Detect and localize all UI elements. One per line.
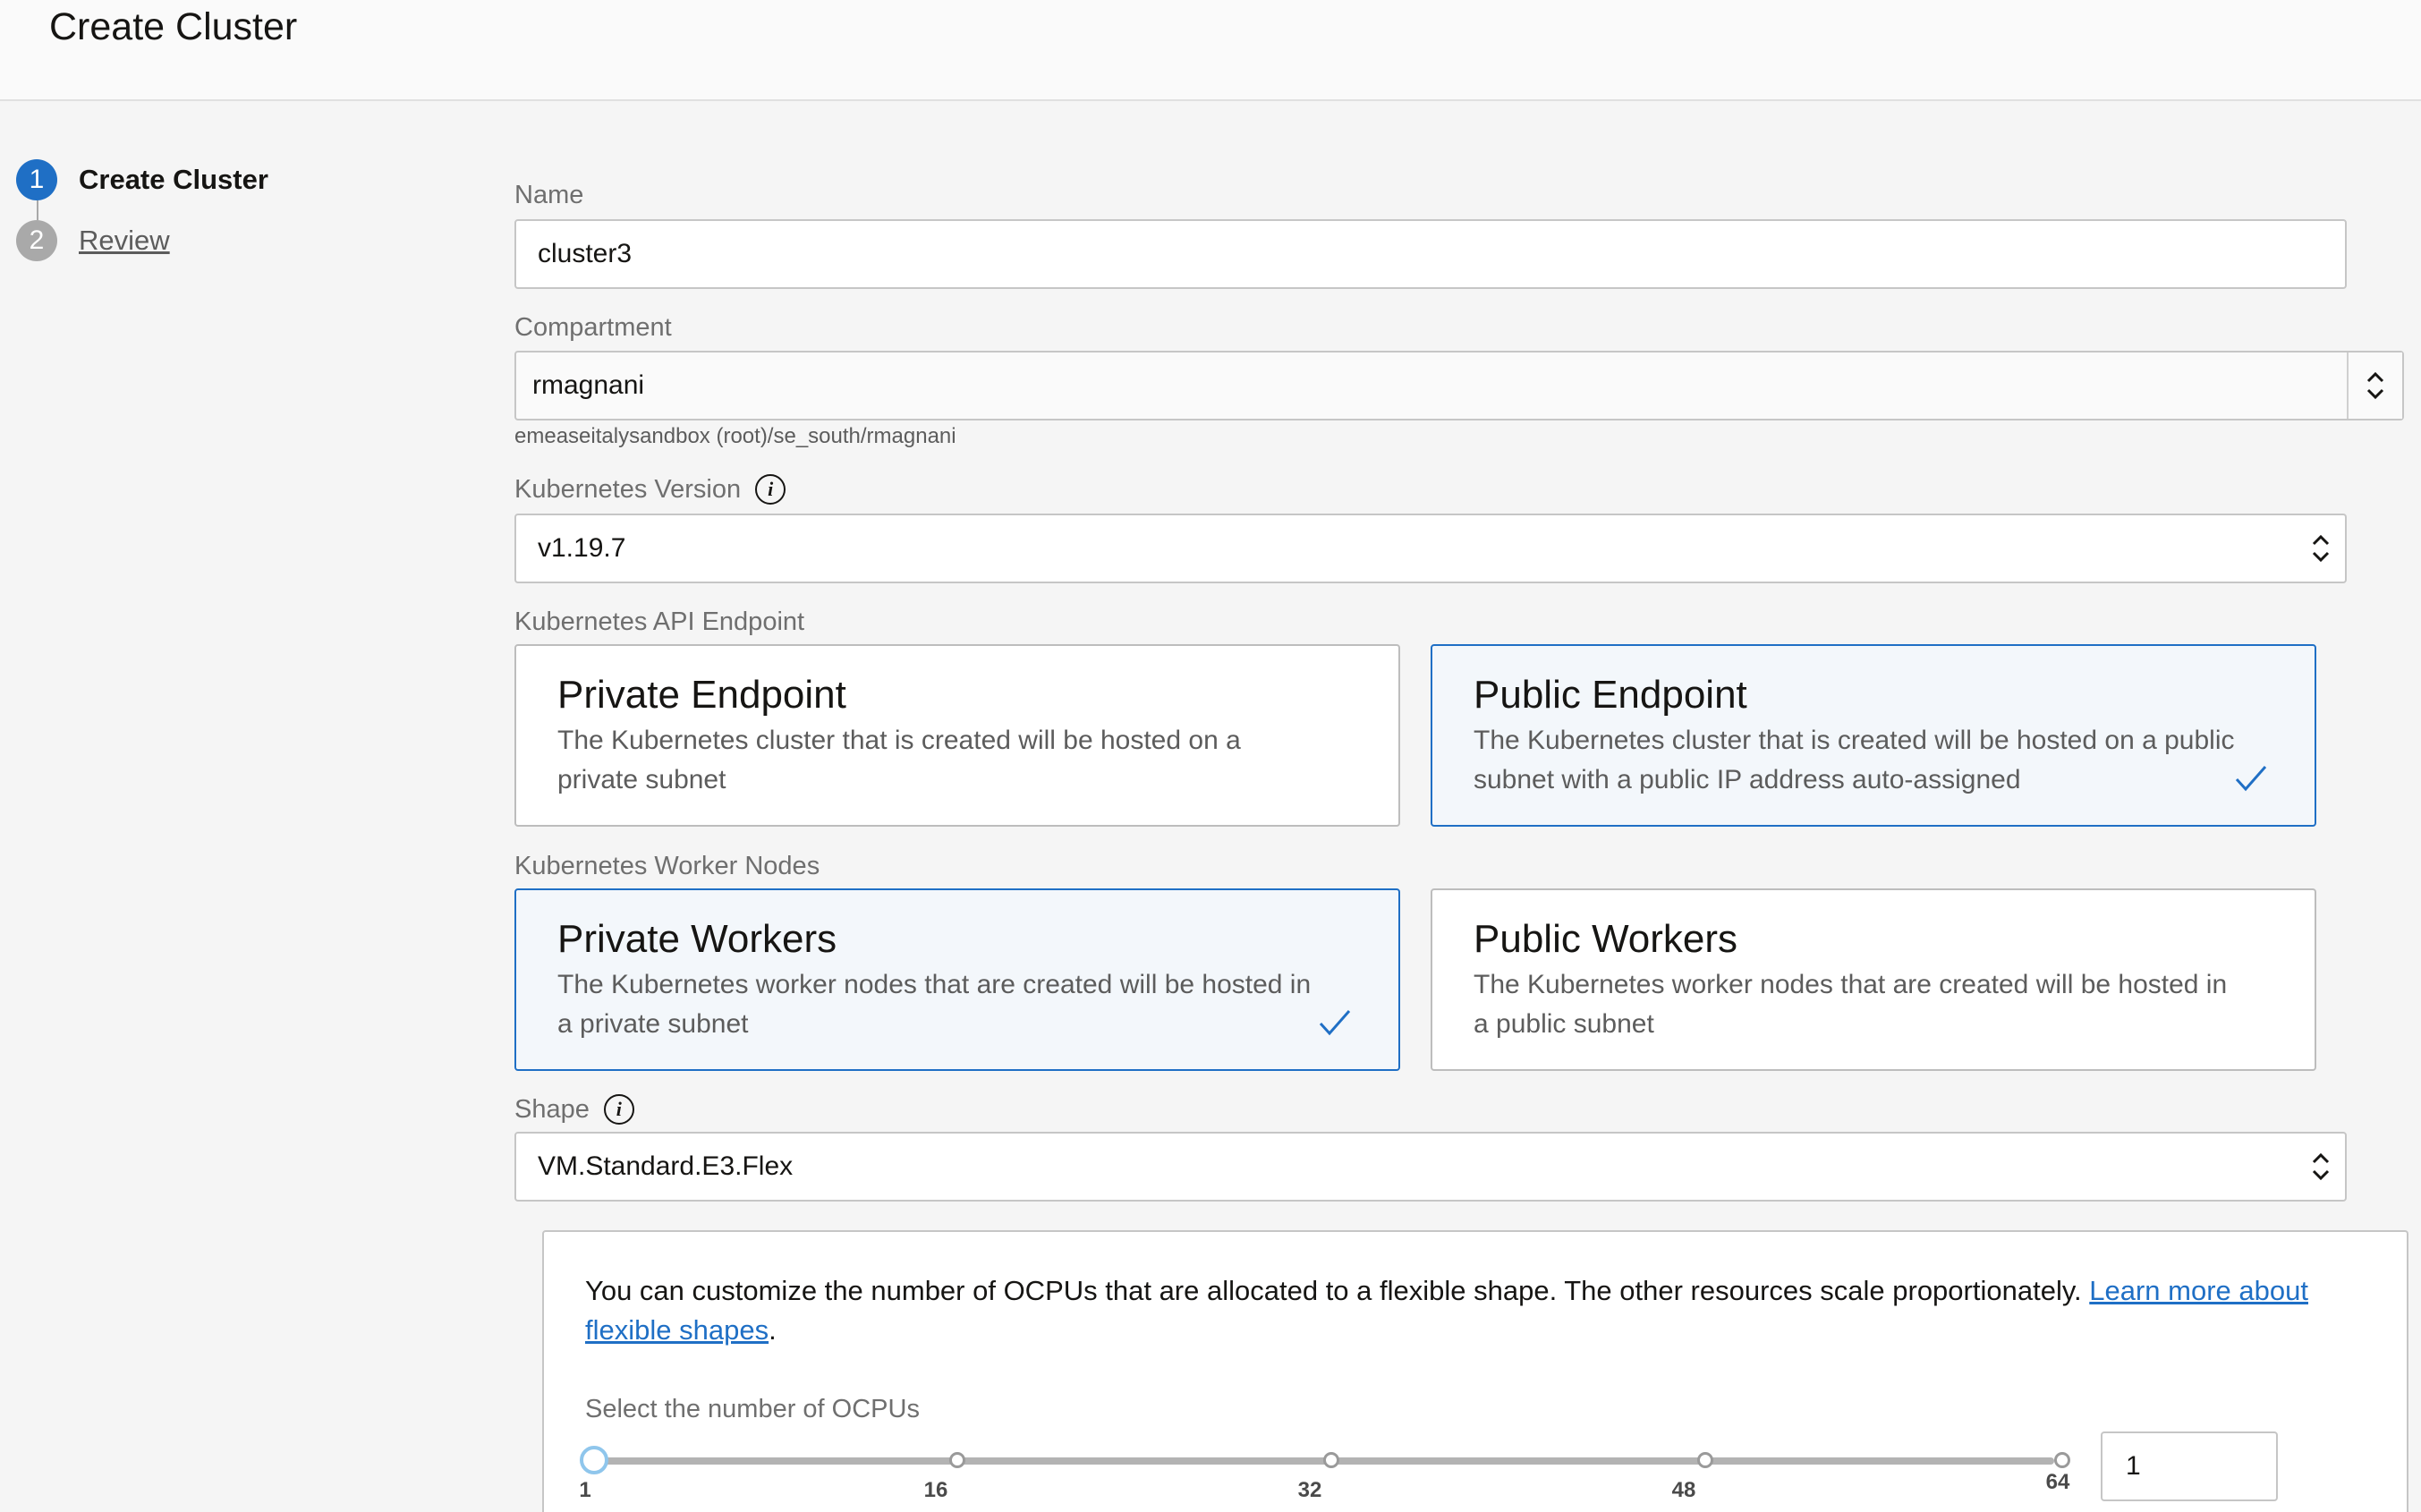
flexible-shape-panel: You can customize the number of OCPUs th… [542,1230,2408,1512]
step-number-1: 1 [16,159,57,200]
private-workers-card[interactable]: Private Workers The Kubernetes worker no… [514,888,1400,1071]
public-endpoint-title: Public Endpoint [1474,673,1747,717]
select-arrows-icon [2311,1149,2331,1185]
private-endpoint-card[interactable]: Private Endpoint The Kubernetes cluster … [514,644,1400,827]
shape-label: Shape i [514,1094,634,1125]
step-review[interactable]: 2 Review [16,220,170,261]
api-endpoint-label: Kubernetes API Endpoint [514,607,805,636]
step-create-cluster[interactable]: 1 Create Cluster [16,159,268,200]
kubernetes-version-label: Kubernetes Version i [514,474,786,505]
select-arrows-icon [2311,531,2331,566]
private-endpoint-description: The Kubernetes cluster that is created w… [557,726,1241,794]
tick-label-16: 16 [923,1478,948,1502]
worker-nodes-label: Kubernetes Worker Nodes [514,852,820,880]
slider-tick-32[interactable] [1323,1452,1339,1468]
public-endpoint-card[interactable]: Public Endpoint The Kubernetes cluster t… [1431,644,2316,827]
name-field-value: cluster3 [538,239,633,268]
flexible-shape-description: You can customize the number of OCPUs th… [585,1275,2082,1306]
flexible-shape-text: You can customize the number of OCPUs th… [585,1271,2339,1350]
slider-tick-64[interactable] [2054,1452,2070,1468]
kubernetes-version-select[interactable]: v1.19.7 [514,514,2347,583]
step-label-review[interactable]: Review [79,225,170,257]
tick-label-48: 48 [1671,1478,1696,1502]
select-arrows-icon [2347,353,2402,419]
tick-label-1: 1 [579,1478,591,1502]
private-endpoint-title: Private Endpoint [557,673,846,717]
step-label-create-cluster: Create Cluster [79,164,268,195]
info-icon[interactable]: i [755,474,786,505]
tick-label-32: 32 [1297,1478,1322,1502]
ocpu-input[interactable]: 1 [2101,1431,2278,1501]
page-title: Create Cluster [49,5,298,48]
public-workers-title: Public Workers [1474,917,1738,961]
step-connector [37,200,38,220]
private-workers-title: Private Workers [557,917,837,961]
step-number-2: 2 [16,220,57,261]
checkmark-icon [2235,766,2267,792]
slider-tick-48[interactable] [1697,1452,1713,1468]
public-endpoint-description: The Kubernetes cluster that is created w… [1474,726,2235,794]
compartment-label: Compartment [514,313,672,342]
ocpu-label: Select the number of OCPUs [585,1395,920,1423]
tick-label-64: 64 [2045,1470,2070,1494]
slider-track[interactable] [587,1457,2054,1465]
name-field[interactable]: cluster3 [514,219,2347,289]
public-workers-description: The Kubernetes worker nodes that are cre… [1474,970,2228,1039]
name-label: Name [514,181,584,209]
shape-value: VM.Standard.E3.Flex [538,1151,794,1181]
link-suffix: . [769,1314,777,1346]
shape-select[interactable]: VM.Standard.E3.Flex [514,1132,2347,1202]
slider-tick-16[interactable] [949,1452,965,1468]
public-workers-card[interactable]: Public Workers The Kubernetes worker nod… [1431,888,2316,1071]
compartment-select[interactable]: rmagnani [514,351,2404,420]
info-icon[interactable]: i [603,1094,634,1125]
compartment-select-value: rmagnani [532,370,645,400]
page-header: Create Cluster [0,0,2421,101]
checkmark-icon [1319,1010,1351,1036]
slider-handle[interactable] [580,1446,608,1474]
private-workers-description: The Kubernetes worker nodes that are cre… [557,970,1312,1039]
compartment-path-helper: emeaseitalysandbox (root)/se_south/rmagn… [514,424,956,448]
kubernetes-version-value: v1.19.7 [538,533,626,563]
kubernetes-version-label-text: Kubernetes Version [514,474,742,504]
shape-label-text: Shape [514,1094,590,1124]
ocpu-slider[interactable] [580,1441,2070,1477]
